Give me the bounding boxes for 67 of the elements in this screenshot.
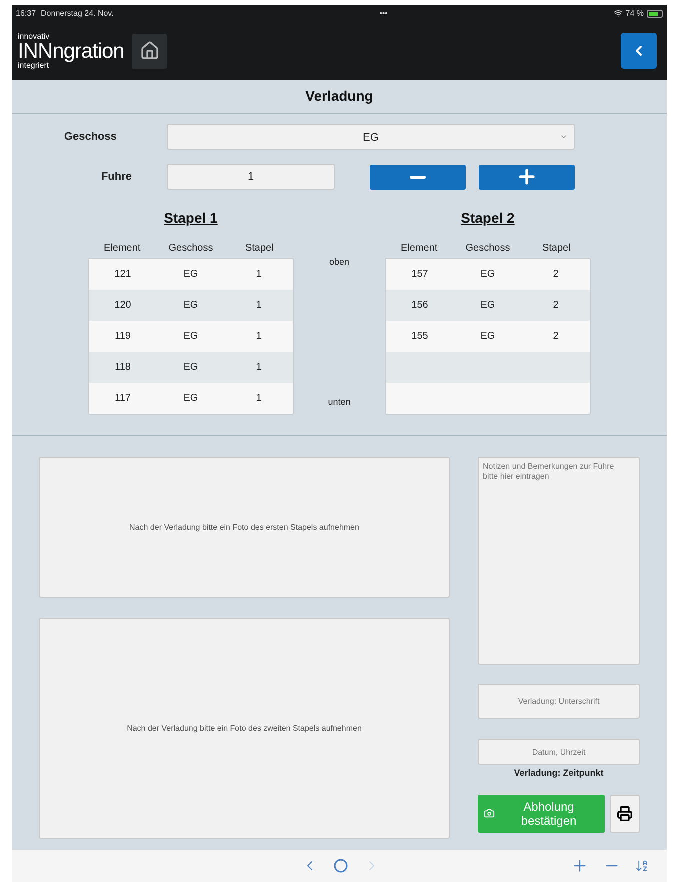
table-cell-text: 156: [410, 299, 430, 313]
table-cell-text: 2: [552, 299, 560, 313]
table-cell-text: EG: [182, 268, 200, 282]
table-cell-text: 1: [255, 392, 263, 406]
column-header: Element: [102, 242, 142, 256]
photo-upload-area[interactable]: Nach der Verladung bitte ein Foto des zweiten Stapels aufnehmen: [39, 618, 450, 839]
stack-heading: Stapel 1: [164, 209, 218, 228]
logo-wordmark: INNngration: [18, 40, 124, 62]
table-cell-text: 2: [552, 268, 560, 282]
status-date: Donnerstag 24. Nov.: [41, 8, 114, 20]
column-header: Stapel: [541, 242, 572, 256]
table-cell-text: 1: [255, 299, 263, 313]
plus-icon: [516, 166, 538, 188]
bottom-label: unten: [328, 396, 351, 408]
column-header: Geschoss: [464, 242, 512, 256]
table-cell-text: 117: [114, 392, 132, 406]
column-header: Geschoss: [168, 242, 214, 256]
minus-icon: [410, 176, 426, 178]
trip-number-field[interactable]: 1: [167, 164, 335, 190]
table-cell-text: 118: [114, 361, 132, 375]
reload-icon[interactable]: [332, 858, 350, 874]
table-cell-text: 119: [114, 330, 132, 344]
print-button[interactable]: [610, 794, 640, 832]
stack-heading: Stapel 2: [461, 209, 515, 228]
battery-percent: 74 %: [626, 8, 644, 20]
decrement-button[interactable]: [370, 164, 466, 190]
table-cell-text: 1: [255, 330, 263, 344]
table-cell-text: EG: [480, 268, 496, 282]
table-cell-text: EG: [182, 330, 200, 344]
logo-tagline: integriert: [18, 62, 50, 70]
logo-tagline: innovativ: [18, 32, 51, 40]
table-cell-text: EG: [182, 361, 200, 375]
battery-icon: [646, 10, 663, 18]
chevron-down-icon: [560, 133, 568, 141]
wifi-icon: [614, 9, 623, 18]
printer-icon: [617, 806, 633, 822]
column-header: Element: [400, 242, 439, 256]
datetime-field[interactable]: Datum, Uhrzeit: [478, 739, 640, 765]
table-cell-text: 121: [114, 268, 132, 282]
page-title: Verladung: [306, 87, 374, 106]
sort-icon[interactable]: [635, 859, 649, 873]
table-cell-text: 157: [410, 268, 430, 282]
floor-select[interactable]: EG: [167, 124, 575, 150]
table-cell-text: EG: [182, 299, 200, 313]
photo-upload-area[interactable]: Nach der Verladung bitte ein Foto des ersten Stapels aufnehmen: [39, 457, 450, 598]
table-cell-text: EG: [480, 330, 496, 344]
field-label: Geschoss: [63, 130, 118, 145]
column-header: Stapel: [244, 242, 275, 256]
status-time: 16:37: [16, 8, 36, 20]
table-cell-text: 120: [114, 299, 132, 313]
back-button[interactable]: [621, 33, 657, 69]
table-cell-text: 1: [255, 361, 263, 375]
datetime-label: Verladung: Zeitpunkt: [513, 767, 605, 780]
field-label: Fuhre: [100, 170, 133, 185]
table-cell-text: EG: [182, 392, 200, 406]
increment-button[interactable]: [479, 164, 575, 190]
table-cell-text: EG: [480, 299, 496, 313]
multitask-dots: •••: [380, 8, 388, 20]
home-icon: [140, 41, 160, 61]
table-cell-text: 2: [552, 330, 560, 344]
notes-field[interactable]: Notizen und Bemerkungen zur Fuhre bitte hier eintragen: [478, 457, 640, 665]
top-label: oben: [329, 256, 350, 269]
signature-field[interactable]: Verladung: Unterschrift: [478, 684, 640, 719]
home-button[interactable]: [132, 34, 168, 68]
table-cell-text: 1: [255, 268, 263, 282]
camera-icon: [484, 808, 495, 819]
table-cell-text: 155: [410, 330, 430, 344]
